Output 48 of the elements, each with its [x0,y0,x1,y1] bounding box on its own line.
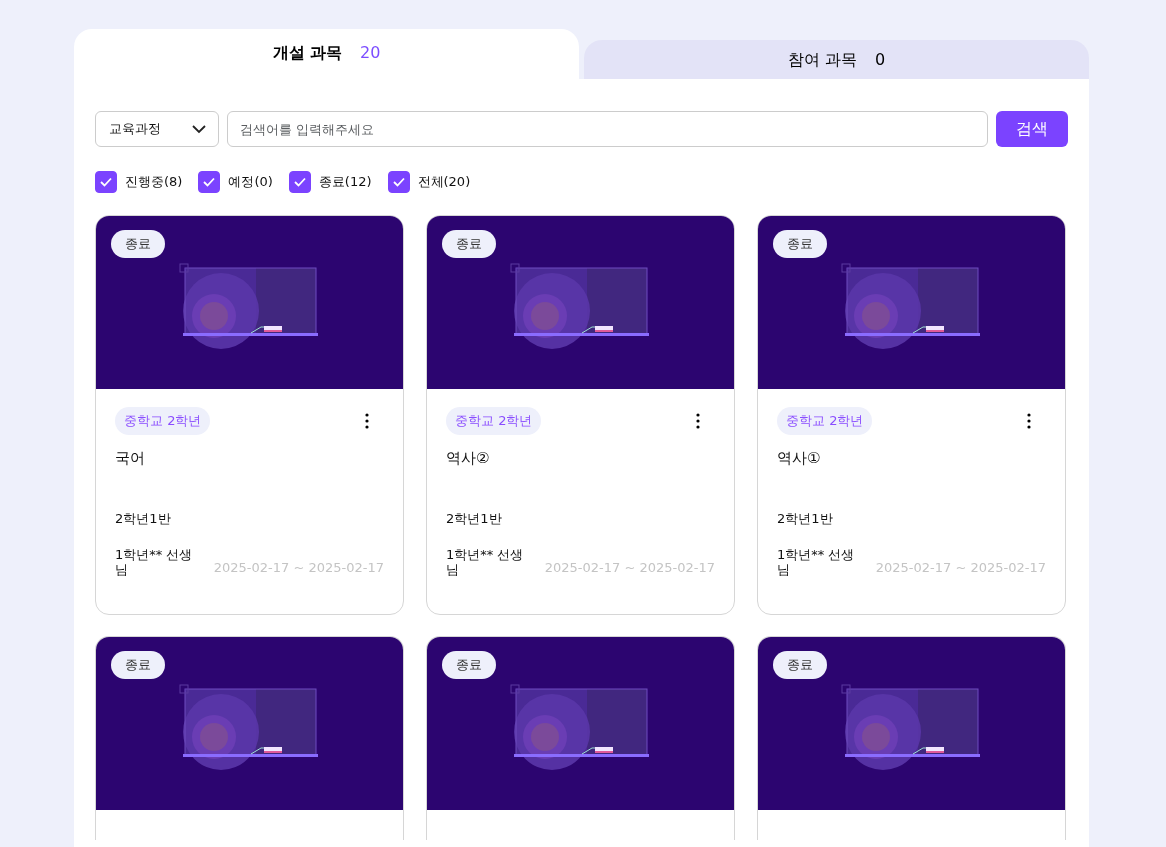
curriculum-dropdown[interactable]: 교육과정 [95,111,220,147]
course-card[interactable]: 종료 [757,636,1066,840]
status-badge: 종료 [442,651,496,679]
checkbox[interactable] [198,171,221,193]
course-card[interactable]: 종료 중학교 2학년 역사① 2학년1반 1학년** 선생님 2025-02-17 ~ 2025-02-17 [757,215,1066,615]
checkmark-icon [100,177,112,187]
status-badge: 종료 [111,230,165,258]
checkbox[interactable] [95,171,117,193]
course-card[interactable]: 종료 [95,636,404,840]
filter-label[interactable]: 예정(0) [228,172,273,192]
teacher-name: 1학년** 선생님 [115,548,194,578]
course-period: 2025-02-17 ~ 2025-02-17 [875,559,1046,578]
status-badge: 종료 [773,651,827,679]
filter-label[interactable]: 전체(20) [417,172,471,192]
class-name: 2학년1반 [777,509,834,528]
course-card[interactable]: 종료 중학교 2학년 역사② 2학년1반 1학년** 선생님 2025-02-17 ~ 2025-02-17 [426,215,735,615]
grade-tag: 중학교 2학년 [115,407,211,435]
checkmark-icon [392,177,405,187]
status-badge: 종료 [442,230,496,258]
filter-label[interactable]: 종료(12) [318,172,372,192]
teacher-name: 1학년** 선생님 [777,548,856,578]
more-icon[interactable] [696,412,700,429]
checkmark-icon [293,177,306,187]
teacher-name: 1학년** 선생님 [446,548,525,578]
course-period: 2025-02-17 ~ 2025-02-17 [213,559,384,578]
more-icon[interactable] [1027,412,1031,429]
search-field[interactable]: 검색어를 입력해주세요 [227,111,989,147]
course-period: 2025-02-17 ~ 2025-02-17 [544,559,715,578]
course-title: 국어 [115,447,146,469]
status-badge: 종료 [111,651,165,679]
tab[interactable]: 개설 과목 20 [74,29,579,79]
course-card[interactable]: 종료 [426,636,735,840]
grade-tag: 중학교 2학년 [777,407,873,435]
chevron-down-icon [192,124,207,134]
class-name: 2학년1반 [446,509,503,528]
filter-label[interactable]: 진행중(8) [125,172,183,192]
class-name: 2학년1반 [115,509,172,528]
course-card[interactable]: 종료 중학교 2학년 국어 2학년1반 1학년** 선생님 2025-02-17 ~ 2025-02-17 [95,215,404,615]
checkbox[interactable] [288,171,311,193]
search-button[interactable]: 검색 [996,111,1068,147]
course-title: 역사② [446,447,491,469]
status-badge: 종료 [773,230,827,258]
checkbox[interactable] [387,171,410,193]
more-icon[interactable] [365,412,369,429]
grade-tag: 중학교 2학년 [446,407,542,435]
tab[interactable]: 참여 과목 0 [584,40,1089,79]
checkmark-icon [203,177,216,187]
course-title: 역사① [777,447,822,469]
